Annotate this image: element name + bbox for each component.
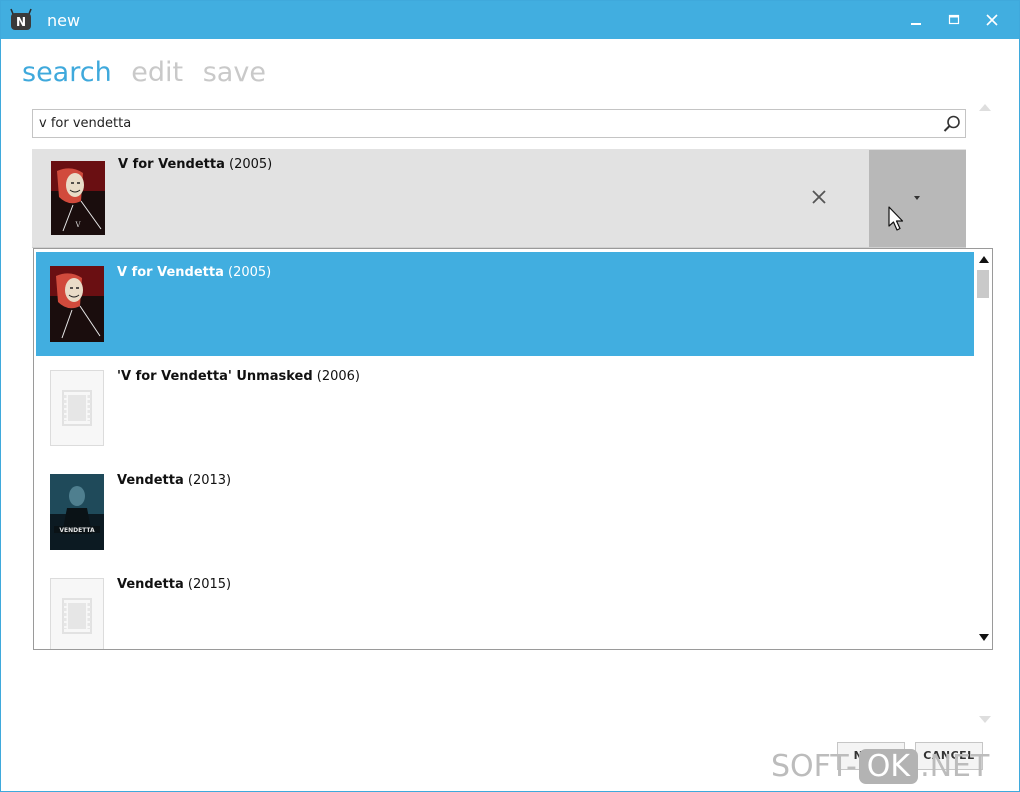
scrollbar-thumb[interactable]: [977, 270, 989, 298]
list-item[interactable]: VENDETTA Vendetta (2013): [36, 460, 974, 564]
list-item-year: (2005): [228, 265, 272, 280]
maximize-icon[interactable]: [943, 9, 965, 31]
page-scroll-down-icon[interactable]: [979, 716, 991, 723]
close-icon[interactable]: [981, 9, 1003, 31]
search-field: [32, 109, 966, 138]
search-input[interactable]: [39, 110, 929, 137]
page-scroll-up-icon[interactable]: [979, 104, 991, 111]
list-item-name: Vendetta: [117, 473, 184, 488]
tab-search[interactable]: search: [22, 57, 112, 88]
minimize-icon[interactable]: [905, 9, 927, 31]
list-scrollbar[interactable]: [975, 249, 992, 649]
clear-selection-icon[interactable]: [810, 188, 828, 206]
list-item-year: (2013): [187, 473, 232, 488]
search-icon[interactable]: [942, 114, 962, 134]
list-item-name: V for Vendetta: [117, 265, 224, 280]
tab-bar: search edit save: [22, 57, 277, 88]
tab-save[interactable]: save: [203, 57, 266, 88]
poster-vendetta-2013: VENDETTA: [50, 474, 104, 550]
watermark-middle: OK: [858, 749, 919, 784]
scroll-down-icon[interactable]: [979, 634, 989, 641]
list-item[interactable]: 'V for Vendetta' Unmasked (2006): [36, 356, 974, 460]
result-combobox[interactable]: V V for Vendetta (2005): [32, 149, 966, 248]
svg-text:V: V: [74, 221, 81, 229]
list-item-name: 'V for Vendetta' Unmasked: [117, 369, 313, 384]
app-logo-letter: N: [16, 15, 26, 29]
results-list[interactable]: V for Vendetta (2005) 'V for Vendetta' U…: [33, 248, 993, 650]
list-item[interactable]: V for Vendetta (2005): [36, 252, 974, 356]
selected-result-title: V for Vendetta (2005): [118, 157, 272, 172]
list-item-title: V for Vendetta (2005): [117, 265, 271, 280]
caret-down-icon: [914, 196, 920, 200]
list-item-title: Vendetta (2013): [117, 473, 231, 488]
scroll-up-icon[interactable]: [979, 256, 989, 263]
selected-result-year: (2005): [229, 157, 273, 172]
list-item-year: (2006): [316, 369, 361, 384]
list-item-title: Vendetta (2015): [117, 577, 231, 592]
dropdown-toggle-button[interactable]: [869, 150, 966, 247]
placeholder-film-icon: [50, 370, 104, 446]
list-item[interactable]: Vendetta (2015): [36, 564, 974, 649]
list-item-title: 'V for Vendetta' Unmasked (2006): [117, 369, 360, 384]
poster-v-for-vendetta: V: [51, 161, 105, 235]
app-window: N new search edit save v for vendetta V …: [0, 0, 1020, 792]
watermark-prefix: SOFT-: [771, 749, 857, 784]
mouse-cursor-icon: [888, 206, 904, 231]
selected-result-name: V for Vendetta: [118, 157, 225, 172]
list-item-name: Vendetta: [117, 577, 184, 592]
title-bar[interactable]: N new: [1, 1, 1019, 39]
watermark: SOFT- OK .NET: [771, 749, 989, 787]
placeholder-film-icon: [50, 578, 104, 649]
watermark-suffix: .NET: [920, 749, 990, 784]
tab-edit[interactable]: edit: [131, 57, 183, 88]
svg-text:VENDETTA: VENDETTA: [59, 527, 95, 534]
poster-v-for-vendetta: [50, 266, 104, 342]
app-logo-icon: N: [10, 8, 32, 30]
window-title: new: [47, 11, 81, 30]
list-item-year: (2015): [187, 577, 232, 592]
